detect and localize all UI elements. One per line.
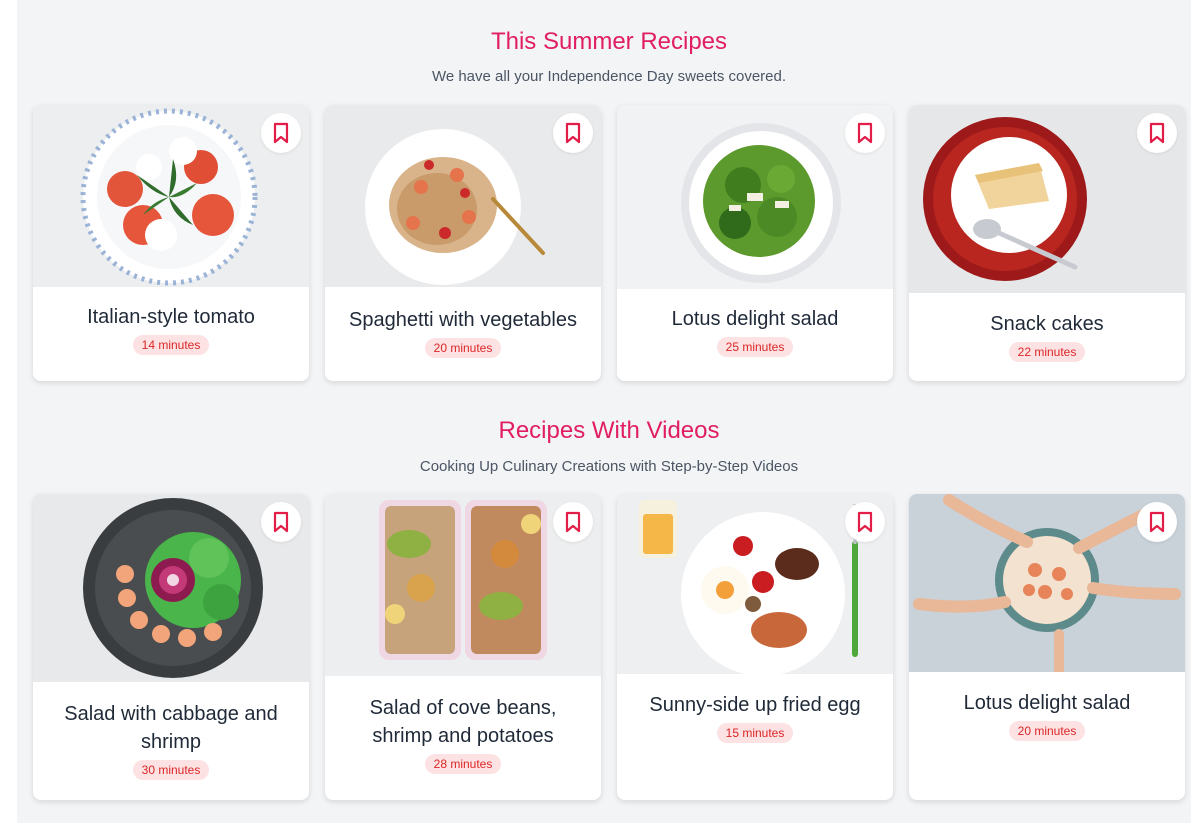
time-badge: 25 minutes bbox=[716, 337, 794, 357]
time-badge: 14 minutes bbox=[132, 335, 210, 355]
bookmark-button[interactable] bbox=[1137, 502, 1177, 542]
recipe-card[interactable]: Italian-style tomato 14 minutes bbox=[33, 105, 309, 381]
bookmark-icon bbox=[857, 122, 873, 144]
section-subtitle: Cooking Up Culinary Creations with Step-… bbox=[419, 458, 799, 475]
recipe-card[interactable]: Sunny-side up fried egg 15 minutes bbox=[617, 494, 893, 800]
time-badge: 30 minutes bbox=[132, 760, 210, 780]
recipe-card[interactable]: Spaghetti with vegetables 20 minutes bbox=[325, 105, 601, 381]
section-subtitle: We have all your Independence Day sweets… bbox=[431, 68, 787, 85]
recipe-card[interactable]: Salad with cabbage and shrimp 30 minutes bbox=[33, 494, 309, 800]
section-title: This Summer Recipes bbox=[490, 28, 728, 55]
recipe-title: Sunny-side up fried egg bbox=[649, 694, 861, 716]
recipe-title: Salad of cove beans, shrimp and potatoes bbox=[369, 697, 557, 747]
recipe-title: Lotus delight salad bbox=[963, 692, 1131, 714]
bookmark-button[interactable] bbox=[845, 502, 885, 542]
card-body: Spaghetti with vegetables 20 minutes bbox=[325, 306, 601, 358]
bookmark-icon bbox=[273, 511, 289, 533]
bookmark-icon bbox=[857, 511, 873, 533]
bookmark-button[interactable] bbox=[261, 502, 301, 542]
card-body: Sunny-side up fried egg 15 minutes bbox=[617, 691, 893, 743]
time-badge: 22 minutes bbox=[1008, 342, 1086, 362]
recipe-card[interactable]: Lotus delight salad 20 minutes bbox=[909, 494, 1185, 800]
recipe-title: Snack cakes bbox=[990, 313, 1104, 335]
card-body: Salad of cove beans, shrimp and potatoes… bbox=[325, 694, 601, 774]
recipe-title: Spaghetti with vegetables bbox=[349, 309, 577, 331]
card-body: Lotus delight salad 25 minutes bbox=[617, 305, 893, 357]
bookmark-button[interactable] bbox=[845, 113, 885, 153]
card-body: Lotus delight salad 20 minutes bbox=[909, 689, 1185, 741]
bookmark-icon bbox=[1149, 511, 1165, 533]
card-body: Snack cakes 22 minutes bbox=[909, 310, 1185, 362]
page: This Summer Recipes We have all your Ind… bbox=[17, 0, 1191, 823]
bookmark-button[interactable] bbox=[261, 113, 301, 153]
recipe-card[interactable]: Snack cakes 22 minutes bbox=[909, 105, 1185, 381]
bookmark-button[interactable] bbox=[553, 502, 593, 542]
card-body: Italian-style tomato 14 minutes bbox=[33, 303, 309, 355]
time-badge: 28 minutes bbox=[424, 754, 502, 774]
recipe-title: Lotus delight salad bbox=[671, 308, 839, 330]
recipe-title: Italian-style tomato bbox=[87, 306, 255, 328]
time-badge: 20 minutes bbox=[1008, 721, 1086, 741]
bookmark-icon bbox=[565, 511, 581, 533]
recipe-card[interactable]: Salad of cove beans, shrimp and potatoes… bbox=[325, 494, 601, 800]
time-badge: 20 minutes bbox=[424, 338, 502, 358]
time-badge: 15 minutes bbox=[716, 723, 794, 743]
recipe-title: Salad with cabbage and shrimp bbox=[64, 703, 278, 753]
bookmark-button[interactable] bbox=[1137, 113, 1177, 153]
recipe-card[interactable]: Lotus delight salad 25 minutes bbox=[617, 105, 893, 381]
card-body: Salad with cabbage and shrimp 30 minutes bbox=[33, 700, 309, 780]
bookmark-icon bbox=[565, 122, 581, 144]
bookmark-icon bbox=[273, 122, 289, 144]
bookmark-button[interactable] bbox=[553, 113, 593, 153]
bookmark-icon bbox=[1149, 122, 1165, 144]
section-title: Recipes With Videos bbox=[498, 417, 720, 444]
